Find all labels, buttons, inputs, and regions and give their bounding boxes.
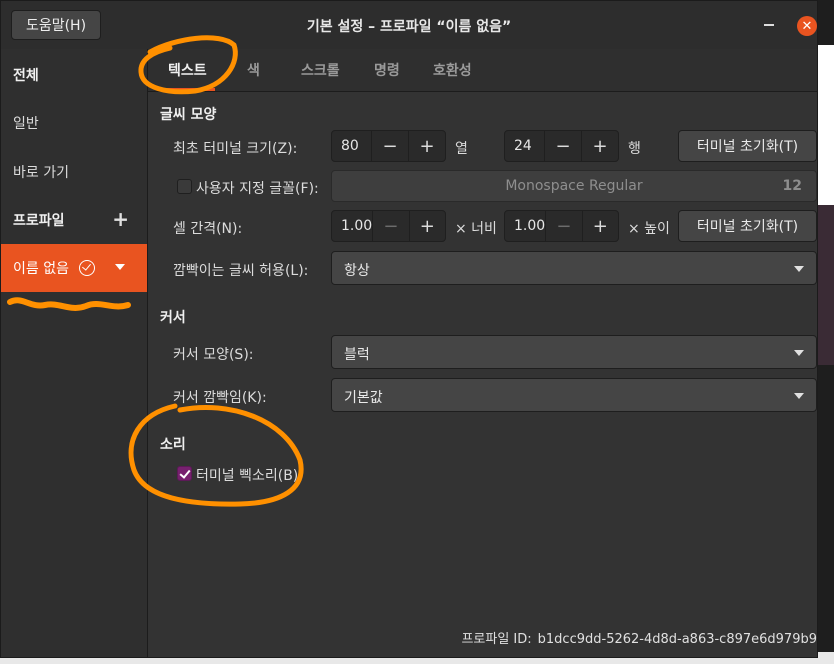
cell-height-value[interactable]: 1.00: [505, 218, 545, 234]
sidebar-item-general[interactable]: 일반: [1, 99, 147, 147]
close-button[interactable]: ✕: [797, 16, 817, 36]
cursor-blink-label: 커서 깜빡임(K):: [173, 390, 267, 406]
cursor-shape-value: 블럭: [344, 347, 370, 363]
font-size: 12: [782, 178, 802, 194]
caret-down-icon: [794, 266, 804, 272]
minus-icon[interactable]: −: [372, 211, 408, 241]
tab-text[interactable]: 텍스트: [160, 49, 215, 91]
caret-down-icon: [794, 393, 804, 399]
tab-compatibility[interactable]: 호환성: [433, 49, 472, 91]
reset-size-button[interactable]: 터미널 초기화(T): [678, 130, 817, 162]
tab-colors[interactable]: 색: [247, 49, 260, 91]
allow-blink-label: 깜빡이는 글씨 허용(L):: [173, 263, 309, 279]
allow-blink-value: 항상: [344, 263, 370, 279]
section-title-cursor: 커서: [160, 310, 186, 326]
minus-icon[interactable]: −: [371, 131, 408, 161]
window-title: 기본 설정 – 프로파일 “이름 없음”: [306, 19, 512, 35]
close-icon: ✕: [801, 18, 813, 34]
sidebar-item-shortcuts[interactable]: 바로 가기: [1, 148, 147, 196]
tab-command[interactable]: 명령: [374, 49, 400, 91]
cursor-shape-label: 커서 모양(S):: [173, 347, 254, 363]
desktop-window-edge: [818, 45, 834, 205]
check-circle-icon: [78, 260, 95, 276]
columns-spinbutton[interactable]: 80 − +: [331, 130, 446, 162]
font-name: Monospace Regular: [505, 178, 643, 194]
reset-spacing-button[interactable]: 터미널 초기화(T): [678, 210, 817, 242]
section-title-sound: 소리: [160, 437, 186, 453]
sidebar-item-profile-unnamed[interactable]: 이름 없음: [1, 244, 147, 292]
plus-icon[interactable]: +: [408, 131, 445, 161]
minus-icon[interactable]: −: [545, 211, 581, 241]
cell-height-spinbutton[interactable]: 1.00 − +: [504, 210, 619, 242]
allow-blink-combo[interactable]: 항상: [331, 251, 817, 285]
minus-icon[interactable]: −: [544, 131, 581, 161]
tab-scrolling[interactable]: 스크롤: [301, 49, 340, 91]
desktop-window-edge: [818, 205, 834, 365]
tab-content-text: 글씨 모양 최초 터미널 크기(Z): 80 − + 열 24 − + 행 터미…: [148, 92, 817, 657]
font-chooser-button[interactable]: Monospace Regular 12: [331, 170, 817, 202]
section-title-text-appearance: 글씨 모양: [160, 107, 217, 123]
sidebar-item-global[interactable]: 전체: [1, 51, 147, 99]
cursor-blink-value: 기본값: [344, 390, 383, 406]
cell-height-unit: × 높이: [628, 221, 670, 237]
plus-icon[interactable]: +: [112, 209, 129, 229]
minimize-button[interactable]: [757, 13, 781, 37]
cell-width-value[interactable]: 1.00: [332, 218, 372, 234]
cursor-shape-combo[interactable]: 블럭: [331, 335, 817, 369]
plus-icon[interactable]: +: [581, 131, 618, 161]
custom-font-checkbox[interactable]: [177, 179, 192, 194]
cursor-blink-combo[interactable]: 기본값: [331, 378, 817, 412]
rows-spinbutton[interactable]: 24 − +: [504, 130, 619, 162]
desktop-background: [818, 0, 834, 664]
plus-icon[interactable]: +: [408, 211, 445, 241]
columns-value[interactable]: 80: [332, 138, 371, 154]
custom-font-label[interactable]: 사용자 지정 글꼴(F):: [196, 178, 319, 198]
terminal-bell-label[interactable]: 터미널 삑소리(B): [196, 465, 298, 485]
profile-id: 프로파일 ID: b1dcc9dd-5262-4d8d-a863-c897e6d9…: [455, 628, 817, 647]
profile-id-label: 프로파일 ID:: [461, 632, 532, 647]
cell-width-unit: × 너비: [455, 221, 497, 237]
cell-width-spinbutton[interactable]: 1.00 − +: [331, 210, 446, 242]
rows-unit: 행: [628, 141, 641, 157]
header-bar: 도움말(H) 기본 설정 – 프로파일 “이름 없음” ✕: [1, 1, 817, 50]
plus-icon[interactable]: +: [581, 211, 618, 241]
profile-id-value: b1dcc9dd-5262-4d8d-a863-c897e6d979b9: [537, 632, 817, 647]
columns-unit: 열: [455, 141, 468, 157]
terminal-bell-checkbox[interactable]: [177, 466, 192, 481]
tab-bar: 텍스트 색 스크롤 명령 호환성: [148, 49, 817, 92]
sidebar-header-profiles: 프로파일 +: [13, 207, 129, 231]
initial-size-label: 최초 터미널 크기(Z):: [173, 141, 298, 157]
minimize-icon: [764, 24, 774, 26]
cell-spacing-label: 셀 간격(N):: [173, 221, 243, 237]
sidebar: 전체 일반 바로 가기 프로파일 + 이름 없음: [1, 49, 148, 657]
caret-down-icon[interactable]: [115, 264, 125, 270]
caret-down-icon: [794, 350, 804, 356]
preferences-window: 도움말(H) 기본 설정 – 프로파일 “이름 없음” ✕ 전체 일반 바로 가…: [0, 0, 818, 658]
rows-value[interactable]: 24: [505, 138, 544, 154]
